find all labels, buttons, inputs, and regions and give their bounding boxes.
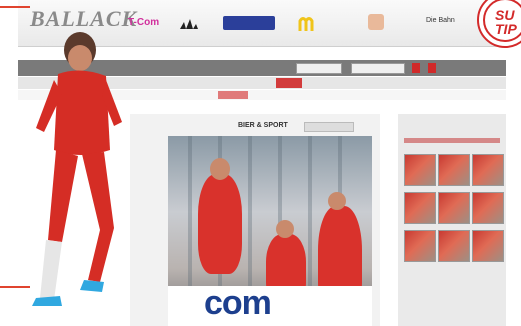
gallery-thumb[interactable] [404,192,436,224]
sponsor-logo-5[interactable] [368,14,384,30]
playstation-logo[interactable] [223,16,275,30]
annotation-line [0,286,30,288]
adidas-icon [180,19,198,29]
diebahn-label: Die Bahn [426,17,455,24]
menu-item-active[interactable] [276,78,302,88]
mcdonalds-icon [298,17,314,31]
diebahn-logo[interactable]: Die Bahn [426,16,466,30]
gallery-thumb[interactable] [404,154,436,186]
content-title: BIER & SPORT [238,122,288,129]
gallery-sidebar [398,114,506,326]
adidas-logo[interactable] [178,16,200,30]
ad-text: com [204,284,272,322]
login-button[interactable] [412,63,420,73]
sidebar-header-bar [404,138,500,143]
tcom-label: T-Com [128,17,160,28]
gallery-thumb[interactable] [438,230,470,262]
gallery-thumb[interactable] [404,230,436,262]
main-photo[interactable]: com [168,136,372,326]
password-field[interactable] [351,63,405,74]
player-figure [198,174,242,274]
tcom-logo[interactable]: T-Com [128,16,168,30]
site-logo[interactable]: BALLACK [30,6,137,32]
gallery-thumb[interactable] [472,154,504,186]
player-head [328,192,346,210]
tip-badge-text: SU TIP [495,7,517,37]
player-head [210,158,230,180]
gallery-thumb[interactable] [472,192,504,224]
gallery-thumb[interactable] [438,192,470,224]
hero-player-image [32,32,122,306]
login-field[interactable] [296,63,342,74]
gallery-thumb[interactable] [472,230,504,262]
register-button[interactable] [428,63,436,73]
submenu-item-active[interactable] [218,91,248,99]
annotation-line [0,6,30,8]
mcdonalds-logo[interactable] [298,16,320,31]
screenshot-frame: BALLACK T-Com Die Bahn BIER & SPORT com [0,0,506,326]
gallery-tab[interactable] [304,122,354,132]
player-head [276,220,294,238]
gallery-thumb[interactable] [438,154,470,186]
